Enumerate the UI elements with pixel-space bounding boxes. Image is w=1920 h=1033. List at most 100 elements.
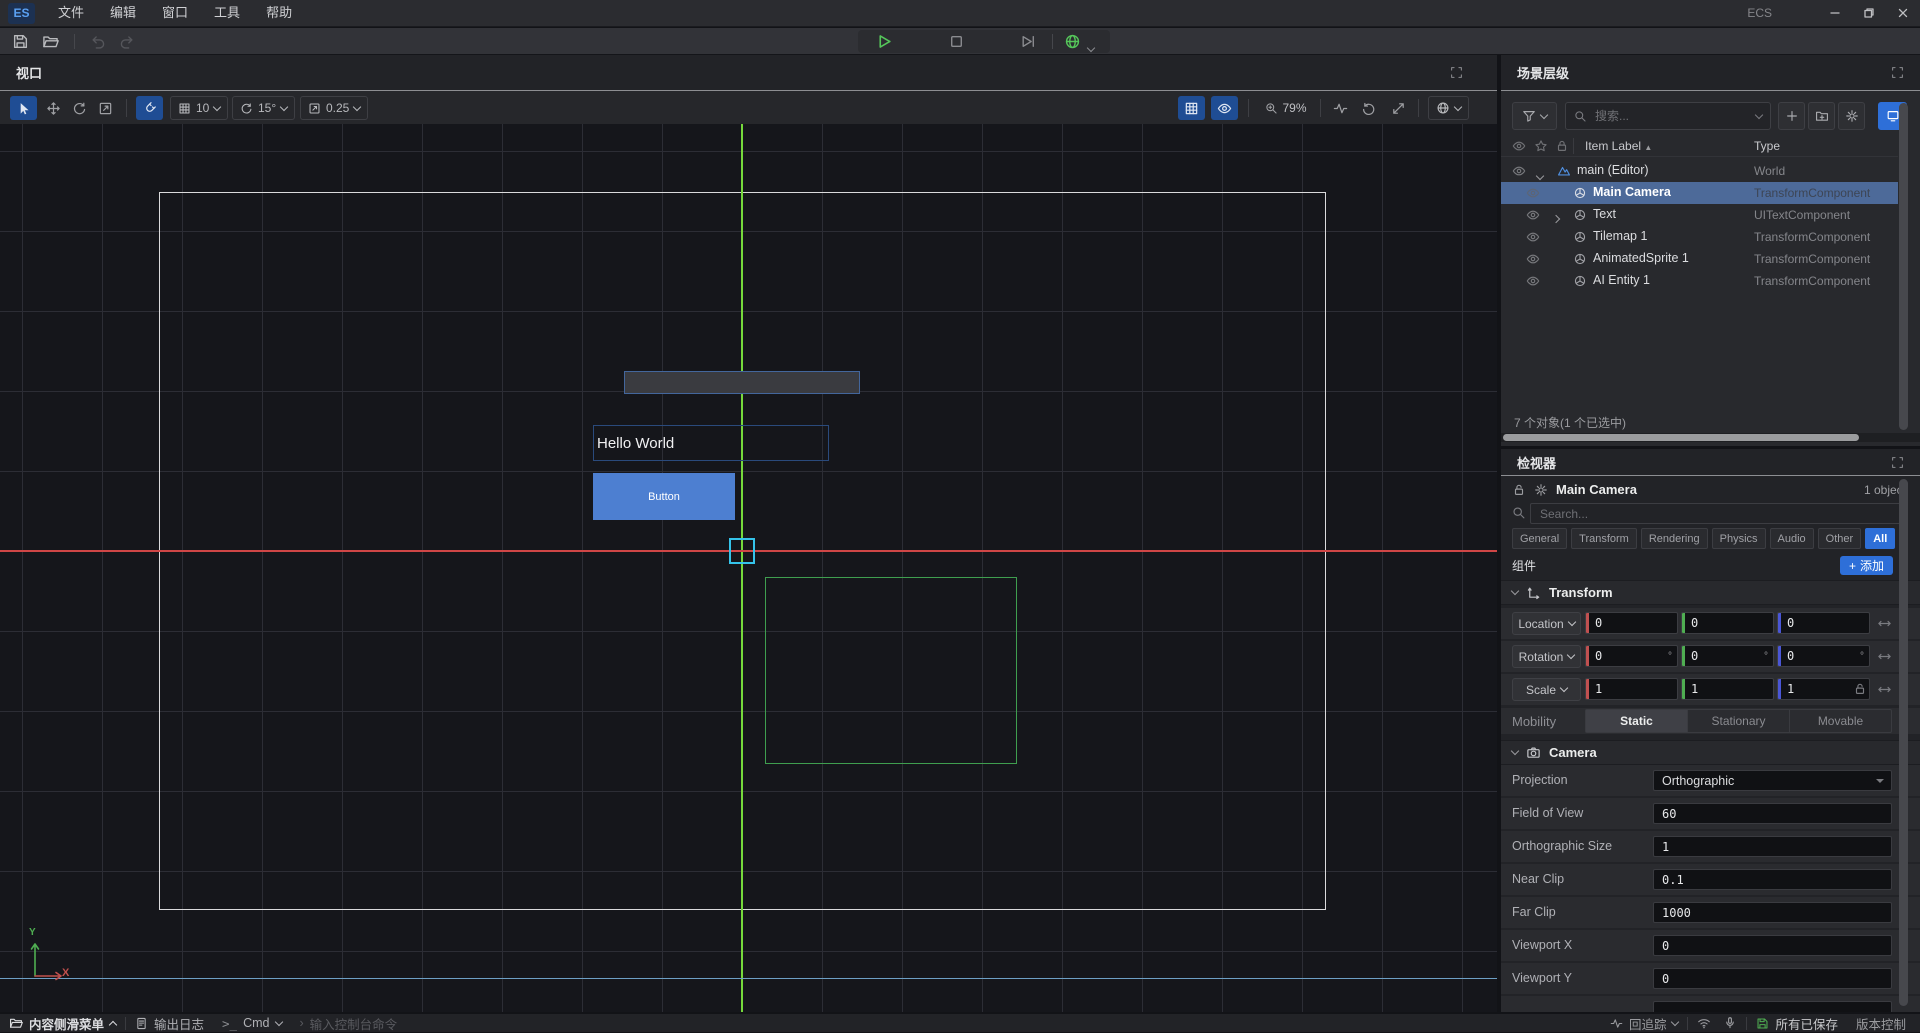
camera-section-header[interactable]: Camera xyxy=(1501,740,1920,765)
section-collapse-chevron[interactable] xyxy=(1511,587,1519,595)
inspector-search[interactable] xyxy=(1530,503,1908,524)
rotation-x-input[interactable] xyxy=(1589,646,1668,666)
scale-tool-icon[interactable] xyxy=(92,96,119,120)
console-command-input[interactable]: › 输入控制台命令 xyxy=(291,1014,407,1032)
location-y-input[interactable] xyxy=(1685,613,1773,633)
move-tool-icon[interactable] xyxy=(40,96,67,120)
transform-section-header[interactable]: Transform xyxy=(1501,580,1920,605)
type-column[interactable]: Type xyxy=(1754,139,1780,153)
rotate-snap-dropdown[interactable]: 15° xyxy=(232,96,295,120)
skip-icon[interactable] xyxy=(1020,33,1037,50)
hierarchy-row-tilemap[interactable]: Tilemap 1 TransformComponent xyxy=(1501,226,1898,248)
menu-window[interactable]: 窗口 xyxy=(149,0,201,26)
world-dropdown[interactable] xyxy=(1428,96,1469,120)
eye-icon[interactable] xyxy=(1512,164,1526,178)
tab-transform[interactable]: Transform xyxy=(1571,528,1637,549)
menu-help[interactable]: 帮助 xyxy=(253,0,305,26)
hierarchy-row-main[interactable]: main (Editor) World xyxy=(1501,160,1898,182)
minimize-button[interactable] xyxy=(1818,0,1852,26)
far-clip-input[interactable] xyxy=(1654,906,1891,920)
tab-audio[interactable]: Audio xyxy=(1770,528,1814,549)
button-object[interactable]: Button xyxy=(593,473,735,520)
grid-toggle-icon[interactable] xyxy=(1178,96,1205,120)
mobility-static[interactable]: Static xyxy=(1586,710,1688,732)
globe-icon[interactable] xyxy=(1064,33,1081,50)
panel-object[interactable] xyxy=(624,371,860,394)
scale-x-input[interactable] xyxy=(1589,679,1677,699)
undo-icon[interactable] xyxy=(90,33,107,50)
selection-handle[interactable] xyxy=(729,538,755,564)
select-tool-icon[interactable] xyxy=(10,96,37,120)
hierarchy-search[interactable] xyxy=(1565,102,1771,130)
hierarchy-row-main-camera[interactable]: Main Camera TransformComponent xyxy=(1501,182,1898,204)
item-label-column[interactable]: Item Label ▲ xyxy=(1585,139,1652,153)
content-drawer-button[interactable]: 内容侧滑菜单 xyxy=(0,1014,125,1032)
object-settings-icon[interactable] xyxy=(1534,483,1548,497)
tab-all[interactable]: All xyxy=(1865,528,1895,549)
projection-dropdown[interactable]: Orthographic xyxy=(1653,770,1892,791)
location-x-input[interactable] xyxy=(1589,613,1677,633)
stop-icon[interactable] xyxy=(948,33,965,50)
scale-label-dropdown[interactable]: Scale xyxy=(1512,678,1581,701)
inspector-expand-icon[interactable] xyxy=(1891,456,1904,469)
add-component-button[interactable]: + 添加 xyxy=(1840,556,1893,575)
activity-icon[interactable] xyxy=(1328,96,1352,120)
inspector-vertical-scrollbar[interactable] xyxy=(1899,479,1908,1006)
maximize-button[interactable] xyxy=(1852,0,1886,26)
visibility-toggle-icon[interactable] xyxy=(1211,96,1238,120)
menu-tools[interactable]: 工具 xyxy=(201,0,253,26)
grid-snap-dropdown[interactable]: 10 xyxy=(170,96,228,120)
close-button[interactable] xyxy=(1886,0,1920,26)
zoom-indicator[interactable]: 79% xyxy=(1258,96,1314,120)
eye-icon[interactable] xyxy=(1526,208,1540,222)
reset-scale-icon[interactable] xyxy=(1877,682,1892,697)
eye-icon[interactable] xyxy=(1526,252,1540,266)
rotate-tool-icon[interactable] xyxy=(66,96,93,120)
location-z-input[interactable] xyxy=(1781,613,1869,633)
viewport-y-input[interactable] xyxy=(1654,972,1891,986)
cmd-selector[interactable]: >_ Cmd xyxy=(213,1014,290,1032)
viewport-x-input[interactable] xyxy=(1654,939,1891,953)
location-label-dropdown[interactable]: Location xyxy=(1512,612,1581,635)
wifi-icon[interactable] xyxy=(1697,1016,1711,1030)
rotation-z-input[interactable] xyxy=(1781,646,1860,666)
eye-icon[interactable] xyxy=(1526,230,1540,244)
hierarchy-expand-icon[interactable] xyxy=(1891,66,1904,79)
hierarchy-horizontal-scrollbar[interactable] xyxy=(1501,433,1920,442)
scale-lock-icon[interactable] xyxy=(1853,682,1868,697)
mobility-movable[interactable]: Movable xyxy=(1790,710,1891,732)
visibility-column-icon[interactable] xyxy=(1512,139,1526,153)
field-of-view-input[interactable] xyxy=(1654,807,1891,821)
expand-chevron-icon[interactable] xyxy=(1537,168,1543,182)
scene-canvas[interactable]: Hello World Button Y X xyxy=(0,124,1497,1012)
unlock-icon[interactable] xyxy=(1512,483,1526,497)
hierarchy-search-input[interactable] xyxy=(1593,108,1750,124)
hierarchy-row-ai-entity[interactable]: AI Entity 1 TransformComponent xyxy=(1501,270,1898,292)
near-clip-input[interactable] xyxy=(1654,873,1891,887)
microphone-icon[interactable] xyxy=(1723,1016,1737,1030)
menu-edit[interactable]: 编辑 xyxy=(97,0,149,26)
tab-general[interactable]: General xyxy=(1512,528,1567,549)
reset-rotation-icon[interactable] xyxy=(1877,649,1892,664)
hierarchy-row-text[interactable]: Text UITextComponent xyxy=(1501,204,1898,226)
redo-icon[interactable] xyxy=(118,33,135,50)
scale-snap-dropdown[interactable]: 0.25 xyxy=(300,96,368,120)
viewport-expand-icon[interactable] xyxy=(1450,66,1463,79)
menu-file[interactable]: 文件 xyxy=(45,0,97,26)
eye-icon[interactable] xyxy=(1526,274,1540,288)
text-object[interactable]: Hello World xyxy=(593,425,829,461)
reset-location-icon[interactable] xyxy=(1877,616,1892,631)
section-collapse-chevron[interactable] xyxy=(1511,747,1519,755)
hierarchy-row-animatedsprite[interactable]: AnimatedSprite 1 TransformComponent xyxy=(1501,248,1898,270)
tab-rendering[interactable]: Rendering xyxy=(1641,528,1708,549)
output-log-button[interactable]: 输出日志 xyxy=(126,1014,213,1032)
inspector-search-input[interactable] xyxy=(1538,506,1900,522)
version-control-button[interactable]: 版本控制 xyxy=(1847,1014,1920,1032)
reset-view-icon[interactable] xyxy=(1356,96,1380,120)
globe-dropdown-chevron[interactable] xyxy=(1088,38,1105,55)
clipped-field[interactable] xyxy=(1653,1001,1892,1012)
fullscreen-icon[interactable] xyxy=(1386,96,1410,120)
new-folder-button[interactable] xyxy=(1808,102,1835,130)
eye-icon[interactable] xyxy=(1526,186,1540,200)
filter-button[interactable] xyxy=(1512,102,1557,130)
